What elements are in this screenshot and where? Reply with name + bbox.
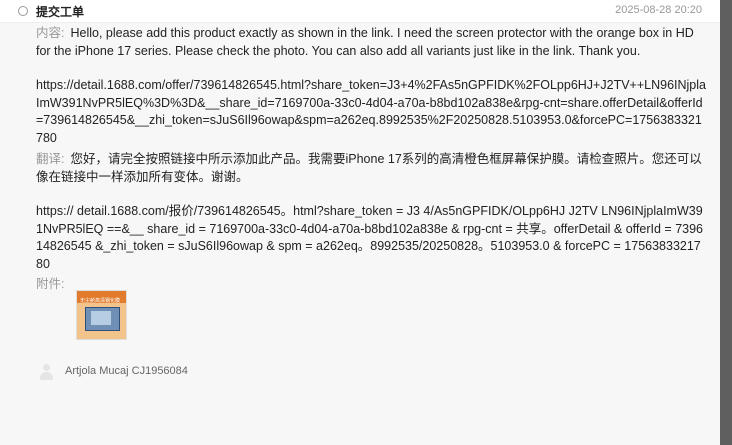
ticket-header: 提交工单 2025-08-28 20:20 xyxy=(0,0,720,23)
translation-text: 您好，请完全按照链接中所示添加此产品。我需要iPhone 17系列的高清橙色框屏… xyxy=(36,152,702,184)
content-url[interactable]: https://detail.1688.com/offer/7396148265… xyxy=(36,77,706,147)
translation-label: 翻译: xyxy=(36,152,65,166)
thumb-protector xyxy=(91,310,111,325)
avatar-head xyxy=(43,364,50,371)
ticket-card: 提交工单 2025-08-28 20:20 内容: Hello, please a… xyxy=(0,0,720,445)
translation-paragraph: 翻译: 您好，请完全按照链接中所示添加此产品。我需要iPhone 17系列的高清橙… xyxy=(36,151,706,186)
scrollbar[interactable] xyxy=(720,0,732,445)
attachment-label: 附件: xyxy=(36,277,65,291)
content-text: Hello, please add this product exactly a… xyxy=(36,26,694,58)
avatar-body xyxy=(40,372,53,380)
content-label: 内容: xyxy=(36,26,65,40)
user-name: Artjola Mucaj CJ1956084 xyxy=(65,365,188,377)
ticket-content: 内容: Hello, please add this product exactl… xyxy=(36,25,706,340)
select-radio[interactable] xyxy=(18,6,28,16)
translation-url[interactable]: https:// detail.1688.com/报价/739614826545… xyxy=(36,203,706,273)
ticket-title: 提交工单 xyxy=(36,5,85,19)
page: 提交工单 2025-08-28 20:20 内容: Hello, please a… xyxy=(0,0,732,445)
content-paragraph: 内容: Hello, please add this product exactl… xyxy=(36,25,706,60)
ticket-timestamp: 2025-08-28 20:20 xyxy=(615,4,702,16)
attachment-thumbnail[interactable]: 无尘舱高清钢化膜 xyxy=(76,289,127,340)
avatar xyxy=(38,363,54,381)
attachment-row: 附件: 无尘舱高清钢化膜 xyxy=(36,276,706,340)
